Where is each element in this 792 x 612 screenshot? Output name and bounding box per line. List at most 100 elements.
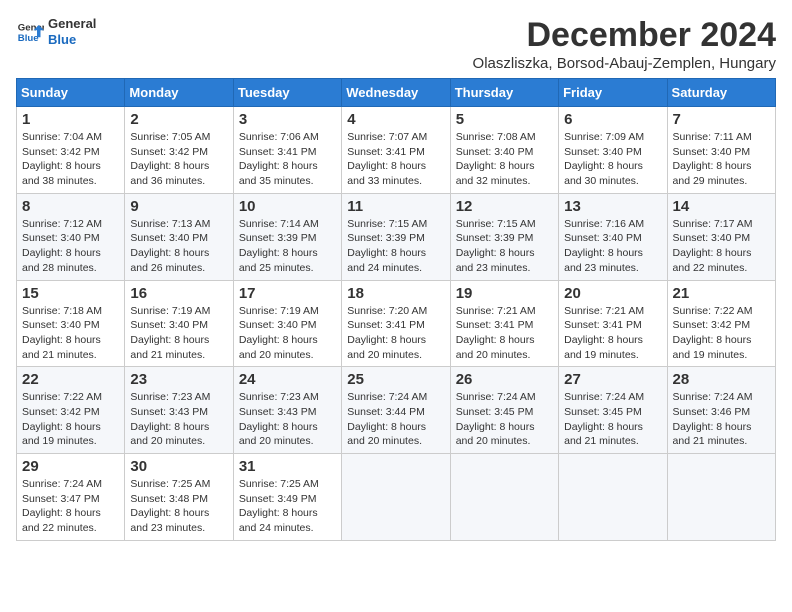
calendar-cell: 10 Sunrise: 7:14 AM Sunset: 3:39 PM Dayl…	[233, 193, 341, 280]
day-number: 15	[22, 285, 119, 302]
day-info: Sunrise: 7:25 AM Sunset: 3:48 PM Dayligh…	[130, 478, 210, 534]
logo-icon: General Blue	[16, 18, 44, 46]
logo: General Blue General Blue	[16, 16, 96, 47]
calendar-cell: 15 Sunrise: 7:18 AM Sunset: 3:40 PM Dayl…	[17, 280, 125, 367]
day-number: 2	[130, 111, 227, 128]
day-info: Sunrise: 7:22 AM Sunset: 3:42 PM Dayligh…	[673, 305, 753, 361]
day-info: Sunrise: 7:06 AM Sunset: 3:41 PM Dayligh…	[239, 131, 319, 187]
calendar-cell: 28 Sunrise: 7:24 AM Sunset: 3:46 PM Dayl…	[667, 367, 775, 454]
day-number: 31	[239, 458, 336, 475]
day-info: Sunrise: 7:20 AM Sunset: 3:41 PM Dayligh…	[347, 305, 427, 361]
day-info: Sunrise: 7:09 AM Sunset: 3:40 PM Dayligh…	[564, 131, 644, 187]
calendar-cell: 18 Sunrise: 7:20 AM Sunset: 3:41 PM Dayl…	[342, 280, 450, 367]
day-info: Sunrise: 7:12 AM Sunset: 3:40 PM Dayligh…	[22, 218, 102, 274]
header-row: SundayMondayTuesdayWednesdayThursdayFrid…	[17, 79, 776, 107]
day-number: 5	[456, 111, 553, 128]
day-info: Sunrise: 7:22 AM Sunset: 3:42 PM Dayligh…	[22, 391, 102, 447]
day-info: Sunrise: 7:08 AM Sunset: 3:40 PM Dayligh…	[456, 131, 536, 187]
day-number: 30	[130, 458, 227, 475]
calendar-cell: 21 Sunrise: 7:22 AM Sunset: 3:42 PM Dayl…	[667, 280, 775, 367]
day-info: Sunrise: 7:14 AM Sunset: 3:39 PM Dayligh…	[239, 218, 319, 274]
day-info: Sunrise: 7:13 AM Sunset: 3:40 PM Dayligh…	[130, 218, 210, 274]
month-title: December 2024	[473, 16, 776, 55]
day-number: 13	[564, 198, 661, 215]
day-number: 14	[673, 198, 770, 215]
calendar-cell: 16 Sunrise: 7:19 AM Sunset: 3:40 PM Dayl…	[125, 280, 233, 367]
calendar-cell: 19 Sunrise: 7:21 AM Sunset: 3:41 PM Dayl…	[450, 280, 558, 367]
day-number: 26	[456, 371, 553, 388]
day-info: Sunrise: 7:25 AM Sunset: 3:49 PM Dayligh…	[239, 478, 319, 534]
day-number: 29	[22, 458, 119, 475]
day-info: Sunrise: 7:24 AM Sunset: 3:46 PM Dayligh…	[673, 391, 753, 447]
day-info: Sunrise: 7:07 AM Sunset: 3:41 PM Dayligh…	[347, 131, 427, 187]
day-info: Sunrise: 7:11 AM Sunset: 3:40 PM Dayligh…	[673, 131, 752, 187]
calendar-cell: 11 Sunrise: 7:15 AM Sunset: 3:39 PM Dayl…	[342, 193, 450, 280]
day-info: Sunrise: 7:19 AM Sunset: 3:40 PM Dayligh…	[130, 305, 210, 361]
calendar-cell: 23 Sunrise: 7:23 AM Sunset: 3:43 PM Dayl…	[125, 367, 233, 454]
day-number: 11	[347, 198, 444, 215]
header-day-sunday: Sunday	[17, 79, 125, 107]
calendar-cell: 20 Sunrise: 7:21 AM Sunset: 3:41 PM Dayl…	[559, 280, 667, 367]
day-number: 12	[456, 198, 553, 215]
day-number: 18	[347, 285, 444, 302]
day-number: 4	[347, 111, 444, 128]
day-info: Sunrise: 7:21 AM Sunset: 3:41 PM Dayligh…	[456, 305, 536, 361]
day-number: 9	[130, 198, 227, 215]
calendar-cell: 25 Sunrise: 7:24 AM Sunset: 3:44 PM Dayl…	[342, 367, 450, 454]
calendar-week-2: 8 Sunrise: 7:12 AM Sunset: 3:40 PM Dayli…	[17, 193, 776, 280]
day-number: 10	[239, 198, 336, 215]
calendar-cell: 2 Sunrise: 7:05 AM Sunset: 3:42 PM Dayli…	[125, 107, 233, 194]
header-day-thursday: Thursday	[450, 79, 558, 107]
day-number: 16	[130, 285, 227, 302]
day-number: 27	[564, 371, 661, 388]
calendar-cell: 4 Sunrise: 7:07 AM Sunset: 3:41 PM Dayli…	[342, 107, 450, 194]
svg-text:Blue: Blue	[18, 32, 39, 43]
calendar-cell: 9 Sunrise: 7:13 AM Sunset: 3:40 PM Dayli…	[125, 193, 233, 280]
header-day-friday: Friday	[559, 79, 667, 107]
day-info: Sunrise: 7:24 AM Sunset: 3:44 PM Dayligh…	[347, 391, 427, 447]
calendar-cell	[342, 454, 450, 541]
calendar-week-1: 1 Sunrise: 7:04 AM Sunset: 3:42 PM Dayli…	[17, 107, 776, 194]
calendar-cell: 27 Sunrise: 7:24 AM Sunset: 3:45 PM Dayl…	[559, 367, 667, 454]
day-info: Sunrise: 7:15 AM Sunset: 3:39 PM Dayligh…	[347, 218, 427, 274]
calendar-cell: 24 Sunrise: 7:23 AM Sunset: 3:43 PM Dayl…	[233, 367, 341, 454]
calendar-week-4: 22 Sunrise: 7:22 AM Sunset: 3:42 PM Dayl…	[17, 367, 776, 454]
calendar-cell: 6 Sunrise: 7:09 AM Sunset: 3:40 PM Dayli…	[559, 107, 667, 194]
day-info: Sunrise: 7:16 AM Sunset: 3:40 PM Dayligh…	[564, 218, 644, 274]
calendar-cell: 22 Sunrise: 7:22 AM Sunset: 3:42 PM Dayl…	[17, 367, 125, 454]
calendar-cell	[559, 454, 667, 541]
logo-general: General	[48, 16, 96, 31]
day-number: 3	[239, 111, 336, 128]
day-number: 24	[239, 371, 336, 388]
calendar-cell: 1 Sunrise: 7:04 AM Sunset: 3:42 PM Dayli…	[17, 107, 125, 194]
header-day-monday: Monday	[125, 79, 233, 107]
calendar-cell: 3 Sunrise: 7:06 AM Sunset: 3:41 PM Dayli…	[233, 107, 341, 194]
day-number: 20	[564, 285, 661, 302]
day-number: 21	[673, 285, 770, 302]
calendar-cell: 29 Sunrise: 7:24 AM Sunset: 3:47 PM Dayl…	[17, 454, 125, 541]
calendar-cell: 30 Sunrise: 7:25 AM Sunset: 3:48 PM Dayl…	[125, 454, 233, 541]
day-number: 1	[22, 111, 119, 128]
day-number: 23	[130, 371, 227, 388]
day-info: Sunrise: 7:23 AM Sunset: 3:43 PM Dayligh…	[130, 391, 210, 447]
calendar-cell: 13 Sunrise: 7:16 AM Sunset: 3:40 PM Dayl…	[559, 193, 667, 280]
day-info: Sunrise: 7:17 AM Sunset: 3:40 PM Dayligh…	[673, 218, 753, 274]
calendar-header: SundayMondayTuesdayWednesdayThursdayFrid…	[17, 79, 776, 107]
calendar-cell: 7 Sunrise: 7:11 AM Sunset: 3:40 PM Dayli…	[667, 107, 775, 194]
day-info: Sunrise: 7:24 AM Sunset: 3:45 PM Dayligh…	[456, 391, 536, 447]
calendar-body: 1 Sunrise: 7:04 AM Sunset: 3:42 PM Dayli…	[17, 107, 776, 541]
location-title: Olaszliszka, Borsod-Abauj-Zemplen, Hunga…	[473, 55, 776, 72]
calendar-week-5: 29 Sunrise: 7:24 AM Sunset: 3:47 PM Dayl…	[17, 454, 776, 541]
day-number: 22	[22, 371, 119, 388]
day-number: 7	[673, 111, 770, 128]
day-number: 17	[239, 285, 336, 302]
calendar-cell: 8 Sunrise: 7:12 AM Sunset: 3:40 PM Dayli…	[17, 193, 125, 280]
calendar-cell	[667, 454, 775, 541]
calendar-cell: 31 Sunrise: 7:25 AM Sunset: 3:49 PM Dayl…	[233, 454, 341, 541]
day-number: 8	[22, 198, 119, 215]
day-info: Sunrise: 7:05 AM Sunset: 3:42 PM Dayligh…	[130, 131, 210, 187]
day-info: Sunrise: 7:21 AM Sunset: 3:41 PM Dayligh…	[564, 305, 644, 361]
calendar-week-3: 15 Sunrise: 7:18 AM Sunset: 3:40 PM Dayl…	[17, 280, 776, 367]
calendar-cell	[450, 454, 558, 541]
day-info: Sunrise: 7:18 AM Sunset: 3:40 PM Dayligh…	[22, 305, 102, 361]
